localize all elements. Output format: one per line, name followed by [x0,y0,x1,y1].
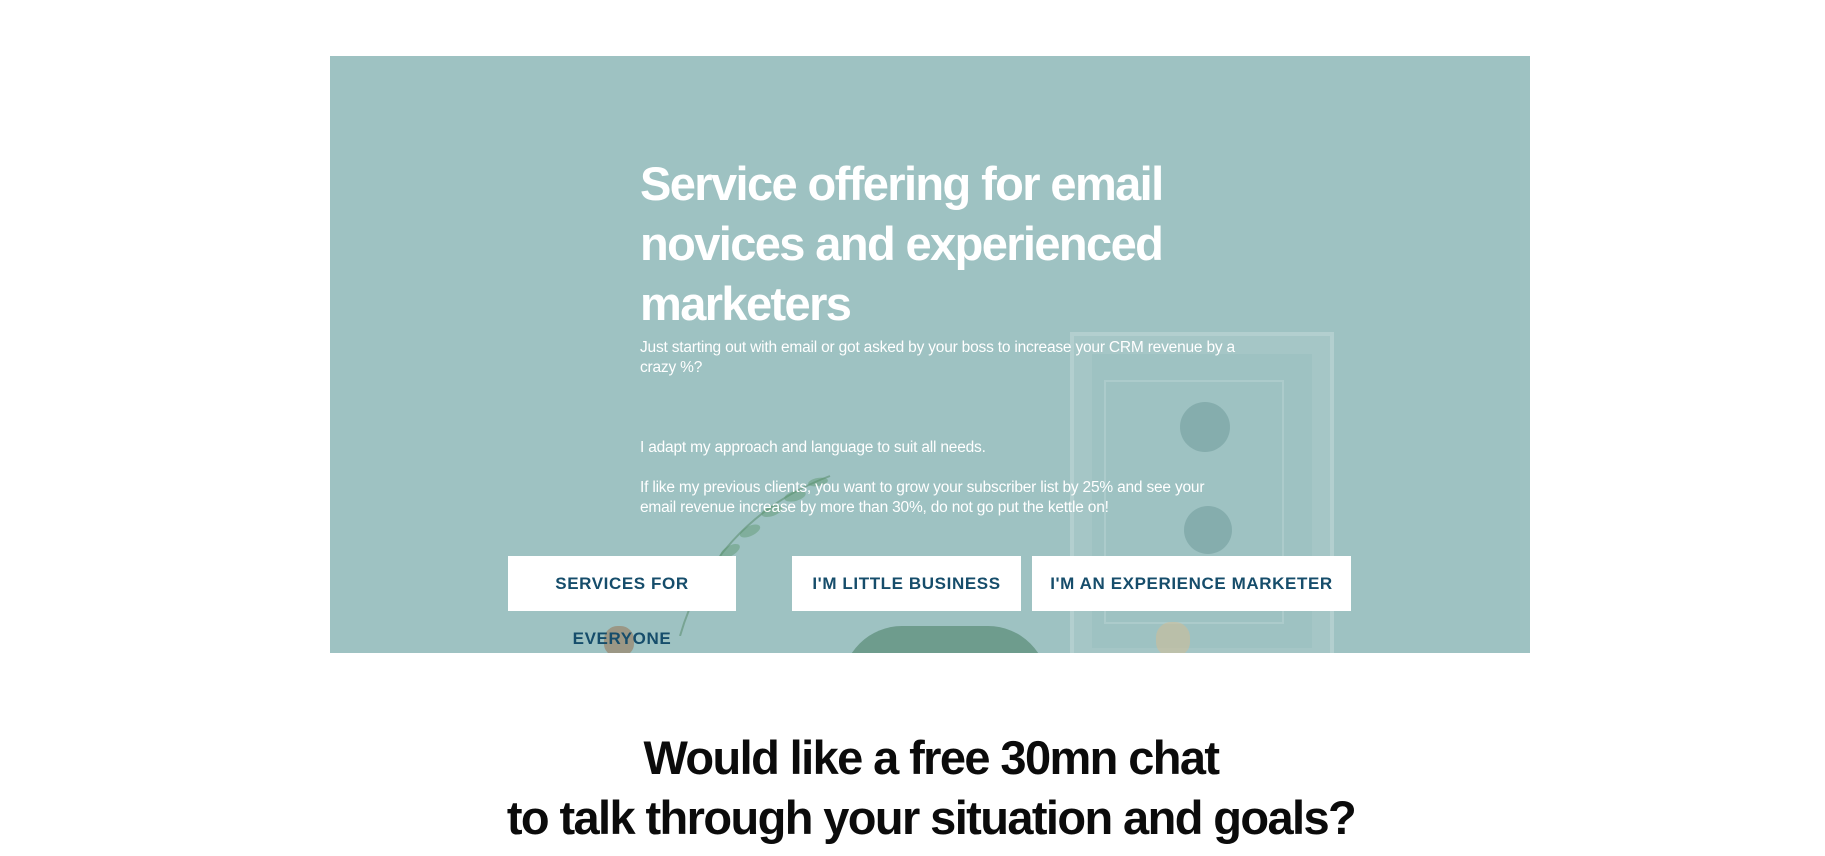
free-chat-heading-line-1: Would like a free 30mn chat [643,731,1221,784]
page: Service offering for email novices and e… [0,0,1825,856]
hero-paragraph-approach: I adapt my approach and language to suit… [640,439,986,456]
free-chat-heading: Would like a free 30mn chat to talk thro… [0,728,1825,848]
hero-paragraph-results: If like my previous clients, you want to… [640,479,1205,516]
hero-title: Service offering for email novices and e… [640,157,1164,330]
hero-paragraph-intro: Just starting out with email or got aske… [640,339,1235,376]
free-chat-heading-line-2: to talk through your situation and goals… [506,791,1357,844]
background-chair [842,626,1048,653]
background-vase [1156,622,1190,653]
services-for-everyone-button[interactable]: SERVICES FOR EVERYONE [508,556,736,648]
experience-marketer-button[interactable]: I'M AN EXPERIENCE MARKETER [1032,556,1351,611]
hero-section: Service offering for email novices and e… [330,56,1530,653]
little-business-button[interactable]: I'M LITTLE BUSINESS [792,556,1021,611]
